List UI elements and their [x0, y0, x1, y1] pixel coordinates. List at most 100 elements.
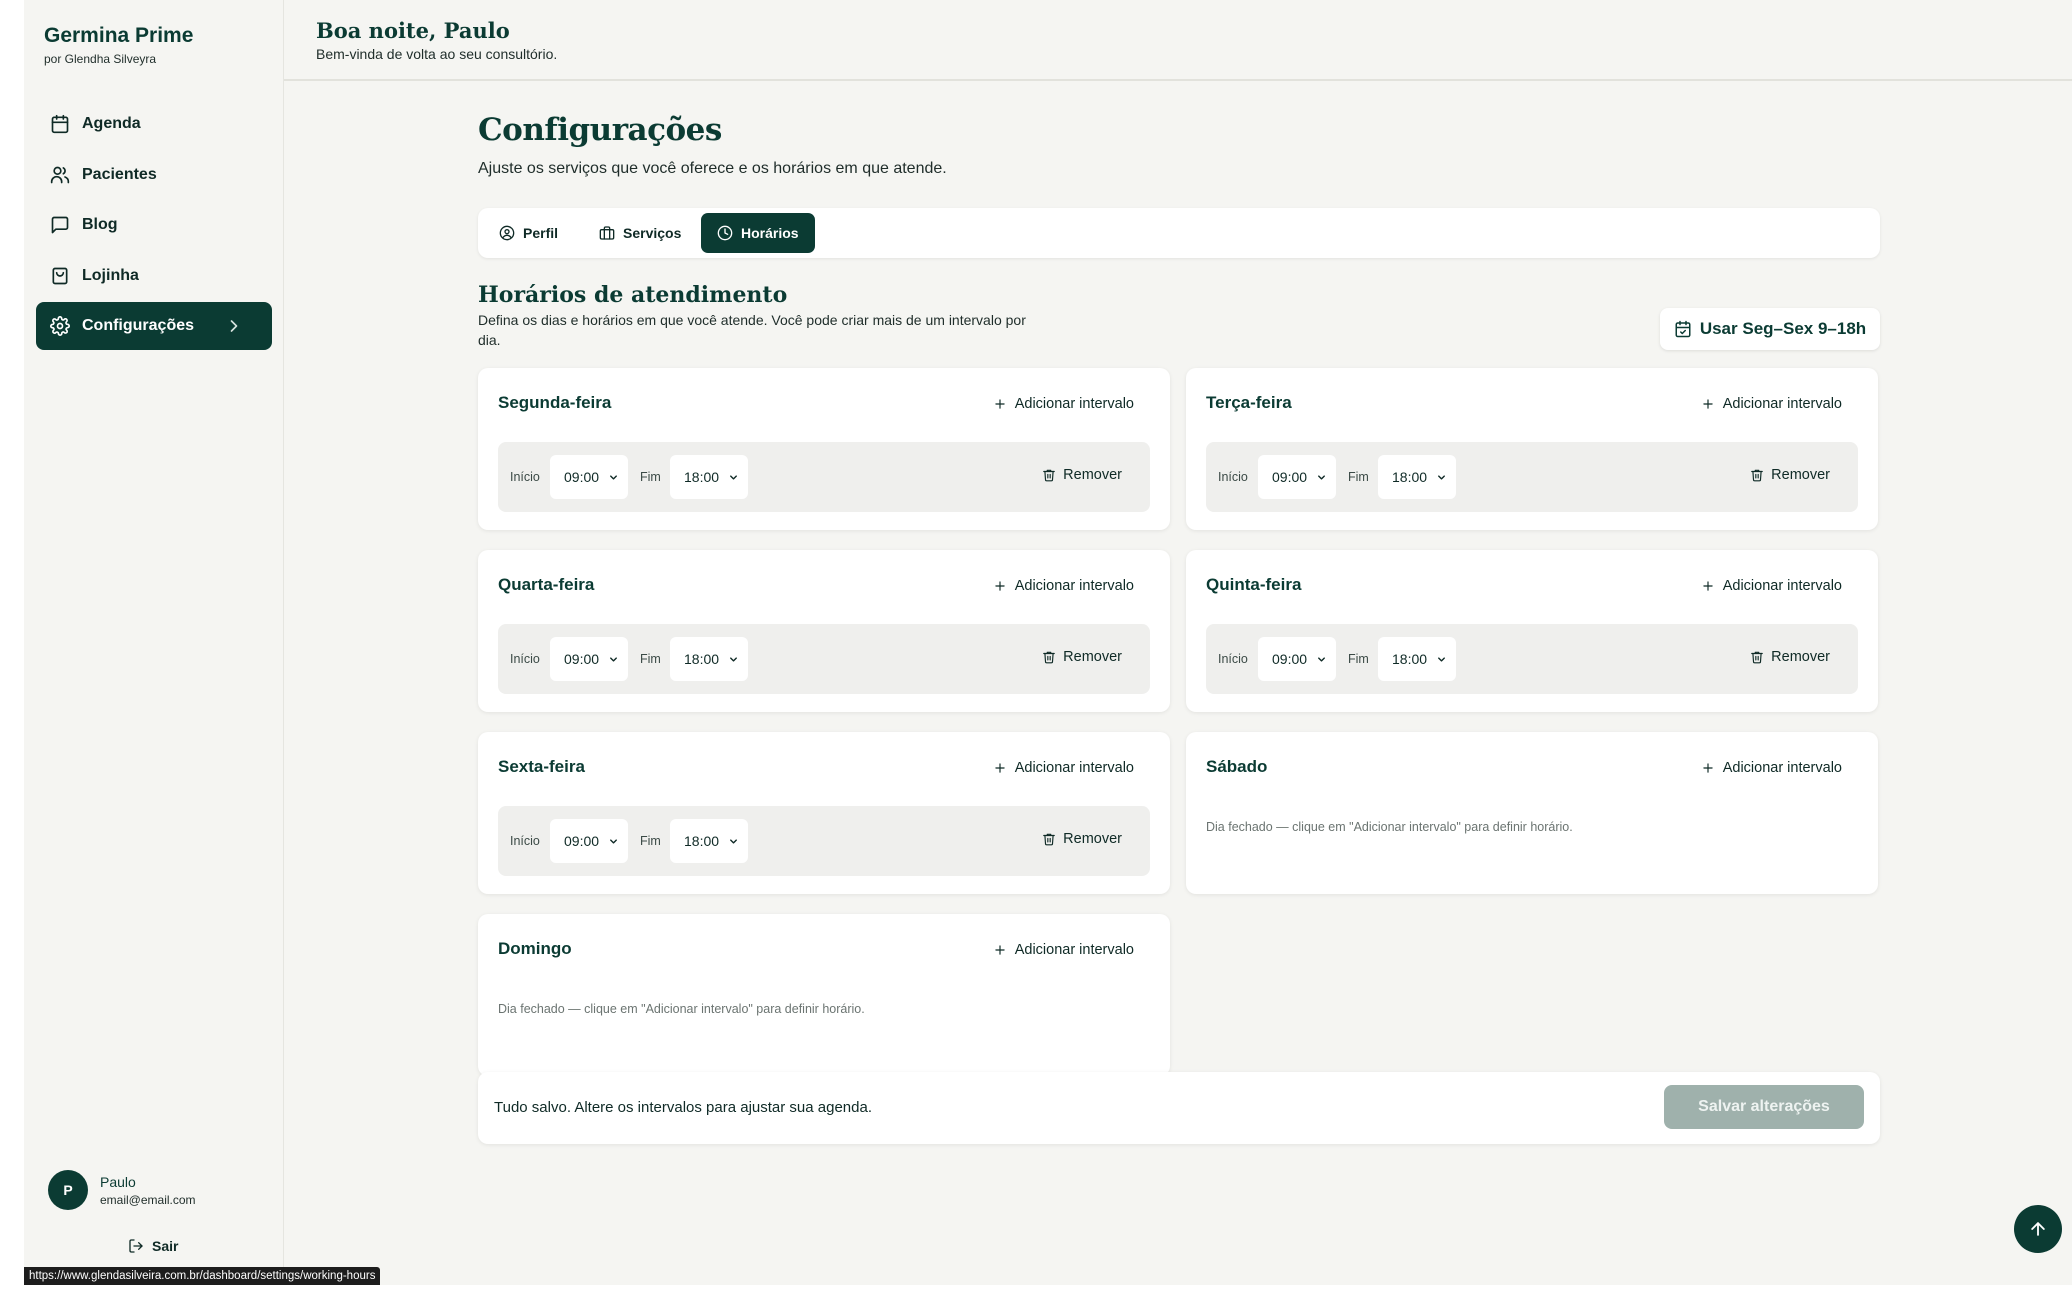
- end-label: Fim: [1348, 470, 1369, 484]
- add-interval-label: Adicionar intervalo: [1014, 942, 1134, 958]
- start-time-value: 09:00: [564, 651, 600, 667]
- sidebar-item-lojinha[interactable]: Lojinha: [36, 252, 272, 300]
- chevron-down-icon: [1438, 657, 1445, 662]
- day-name: Sábado: [1206, 757, 1268, 776]
- add-interval-button[interactable]: Adicionar intervalo: [993, 942, 1134, 958]
- sidebar-item-label: Configurações: [82, 317, 195, 334]
- topbar: Boa noite, Paulo Bem-vinda de volta ao s…: [284, 0, 2072, 81]
- add-interval-button[interactable]: Adicionar intervalo: [993, 760, 1134, 776]
- remove-interval-button[interactable]: Remover: [1042, 649, 1122, 665]
- calendar-check-icon: [1675, 320, 1691, 338]
- start-time-select[interactable]: 09:00: [550, 637, 628, 681]
- main-content: Configurações Ajuste os serviços que voc…: [478, 112, 1880, 1144]
- page-subtitle: Ajuste os serviços que você oferece e os…: [478, 160, 947, 177]
- sidebar: Germina Prime por Glendha Silveyra Agend…: [24, 0, 284, 1285]
- add-interval-label: Adicionar intervalo: [1014, 578, 1134, 594]
- tab-servicos[interactable]: Serviços: [583, 213, 697, 253]
- end-time-select[interactable]: 18:00: [1378, 455, 1456, 499]
- end-time-value: 18:00: [684, 651, 720, 667]
- plus-icon: [1703, 763, 1713, 773]
- brand-title: Germina Prime: [44, 24, 194, 47]
- chevron-right-icon: [230, 320, 238, 332]
- page-title: Configurações: [478, 112, 722, 148]
- remove-interval-button[interactable]: Remover: [1750, 649, 1830, 665]
- scroll-to-top-button[interactable]: [2014, 1205, 2062, 1253]
- sidebar-item-blog[interactable]: Blog: [36, 201, 272, 249]
- start-time-select[interactable]: 09:00: [550, 455, 628, 499]
- interval-row: Início 09:00 Fim 18:00 Remover: [1206, 624, 1858, 694]
- arrow-up-icon: [2031, 1222, 2045, 1236]
- end-time-select[interactable]: 18:00: [670, 819, 748, 863]
- start-label: Início: [510, 834, 540, 848]
- trash-icon: [1043, 651, 1056, 664]
- tab-label: Perfil: [523, 225, 559, 241]
- user-info: Paulo email@email.com: [100, 1174, 196, 1207]
- day-name: Segunda-feira: [498, 393, 612, 412]
- end-time-select[interactable]: 18:00: [670, 455, 748, 499]
- tab-perfil[interactable]: Perfil: [483, 213, 574, 253]
- preset-weekdays-button[interactable]: Usar Seg–Sex 9–18h: [1660, 308, 1880, 350]
- start-time-select[interactable]: 09:00: [1258, 455, 1336, 499]
- save-button[interactable]: Salvar alterações: [1664, 1085, 1864, 1129]
- remove-label: Remover: [1771, 649, 1830, 665]
- sidebar-item-pacientes[interactable]: Pacientes: [36, 151, 272, 199]
- trash-icon: [1043, 469, 1056, 482]
- brand-subtitle: por Glendha Silveyra: [44, 52, 157, 66]
- end-time-select[interactable]: 18:00: [1378, 637, 1456, 681]
- add-interval-button[interactable]: Adicionar intervalo: [1701, 760, 1842, 776]
- day-name: Sexta-feira: [498, 757, 585, 776]
- app: Germina Prime por Glendha Silveyra Agend…: [24, 0, 2072, 1285]
- start-time-select[interactable]: 09:00: [1258, 637, 1336, 681]
- add-interval-button[interactable]: Adicionar intervalo: [1701, 578, 1842, 594]
- chevron-down-icon: [1318, 657, 1325, 662]
- day-card-terca: Terça-feira Adicionar intervalo Início 0…: [1186, 368, 1878, 530]
- status-bar-url: https://www.glendasilveira.com.br/dashbo…: [24, 1267, 381, 1285]
- user-profile[interactable]: P Paulo email@email.com: [48, 1170, 196, 1210]
- sidebar-item-label: Lojinha: [82, 266, 139, 284]
- briefcase-icon: [599, 226, 615, 240]
- tab-horarios[interactable]: Horários: [701, 213, 815, 253]
- remove-interval-button[interactable]: Remover: [1750, 467, 1830, 483]
- add-interval-button[interactable]: Adicionar intervalo: [993, 578, 1134, 594]
- users-icon: [50, 166, 70, 183]
- day-card-quinta: Quinta-feira Adicionar intervalo Início …: [1186, 550, 1878, 712]
- chevron-down-icon: [1318, 475, 1325, 480]
- remove-interval-button[interactable]: Remover: [1042, 831, 1122, 847]
- chevron-down-icon: [610, 657, 617, 662]
- remove-interval-button[interactable]: Remover: [1042, 467, 1122, 483]
- remove-label: Remover: [1063, 649, 1122, 665]
- logout-button[interactable]: Sair: [128, 1238, 178, 1254]
- tab-label: Serviços: [623, 225, 682, 241]
- start-label: Início: [1218, 470, 1248, 484]
- plus-icon: [995, 581, 1005, 591]
- day-card-segunda: Segunda-feira Adicionar intervalo Início…: [478, 368, 1170, 530]
- brand: Germina Prime por Glendha Silveyra: [44, 24, 193, 66]
- start-label: Início: [510, 652, 540, 666]
- sidebar-item-configuracoes[interactable]: Configurações: [36, 302, 272, 350]
- start-time-value: 09:00: [564, 833, 600, 849]
- user-name: Paulo: [100, 1173, 136, 1190]
- chevron-down-icon: [730, 475, 737, 480]
- sidebar-item-agenda[interactable]: Agenda: [36, 100, 272, 148]
- add-interval-label: Adicionar intervalo: [1014, 760, 1134, 776]
- closed-day-note: Dia fechado — clique em "Adicionar inter…: [1206, 820, 1573, 834]
- chevron-down-icon: [730, 839, 737, 844]
- add-interval-button[interactable]: Adicionar intervalo: [993, 396, 1134, 412]
- user-email: email@email.com: [100, 1192, 196, 1207]
- day-card-quarta: Quarta-feira Adicionar intervalo Início …: [478, 550, 1170, 712]
- interval-row: Início 09:00 Fim 18:00 Remover: [498, 442, 1150, 512]
- remove-label: Remover: [1063, 467, 1122, 483]
- add-interval-button[interactable]: Adicionar intervalo: [1701, 396, 1842, 412]
- plus-icon: [1703, 581, 1713, 591]
- shopping-bag-icon: [52, 267, 68, 284]
- add-interval-label: Adicionar intervalo: [1722, 760, 1842, 776]
- end-label: Fim: [640, 470, 661, 484]
- clock-icon: [717, 225, 733, 241]
- start-label: Início: [510, 470, 540, 484]
- sidebar-item-label: Blog: [82, 216, 118, 233]
- preset-label: Usar Seg–Sex 9–18h: [1699, 319, 1867, 338]
- start-label: Início: [1218, 652, 1248, 666]
- interval-row: Início 09:00 Fim 18:00 Remover: [498, 806, 1150, 876]
- end-time-select[interactable]: 18:00: [670, 637, 748, 681]
- start-time-select[interactable]: 09:00: [550, 819, 628, 863]
